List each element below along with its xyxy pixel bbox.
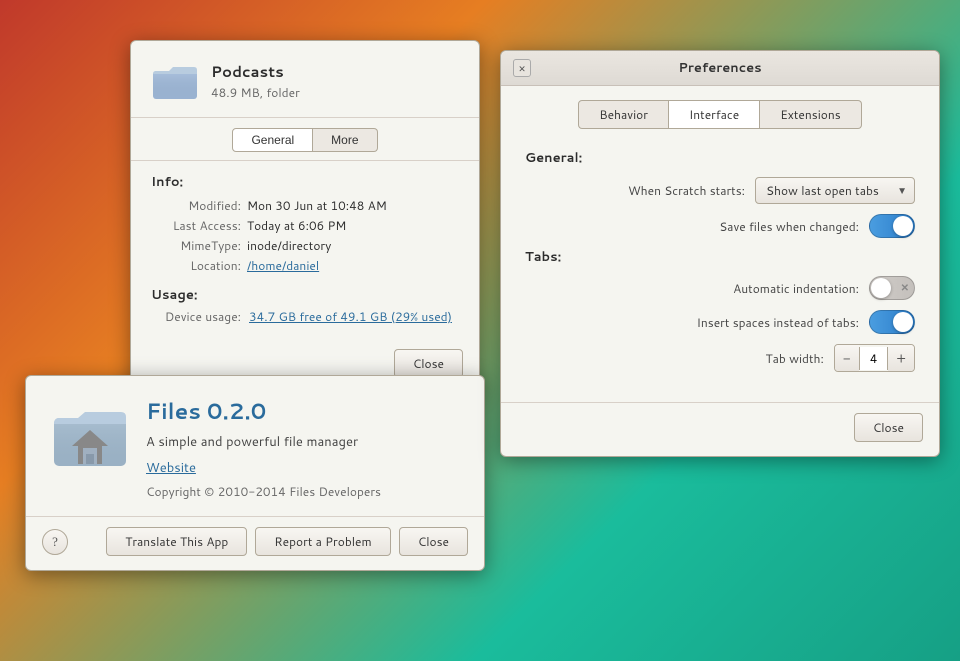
usage-section-label: Usage: xyxy=(151,286,459,304)
prefs-body: General: When Scratch starts: Show last … xyxy=(501,139,939,402)
info-section-label: Info: xyxy=(151,173,459,191)
prefs-title: Preferences xyxy=(531,59,909,77)
app-desc: A simple and powerful file manager xyxy=(146,433,460,451)
save-files-row: Save files when changed: xyxy=(525,214,915,238)
toggle-x-icon: ✕ xyxy=(901,281,909,295)
auto-indent-toggle[interactable]: ✕ xyxy=(869,276,915,300)
file-info-header: Podcasts 48.9 MB, folder xyxy=(131,41,479,118)
about-body: Files 0.2.0 A simple and powerful file m… xyxy=(26,376,484,516)
toggle-knob-2 xyxy=(871,278,891,298)
stepper-plus-button[interactable]: + xyxy=(888,345,914,371)
file-info-body: Info: Modified: Mon 30 Jun at 10:48 AM L… xyxy=(131,161,479,341)
prefs-titlebar: ✕ Preferences xyxy=(501,51,939,86)
about-footer: ? Translate This App Report a Problem Cl… xyxy=(26,516,484,570)
help-button[interactable]: ? xyxy=(42,529,68,555)
prefs-tab-extensions[interactable]: Extensions xyxy=(760,100,862,129)
file-info-tabs: General More xyxy=(131,118,479,152)
file-info-title-area: Podcasts 48.9 MB, folder xyxy=(211,61,300,101)
app-info: Files 0.2.0 A simple and powerful file m… xyxy=(146,396,460,500)
prefs-tab-behavior[interactable]: Behavior xyxy=(578,100,669,129)
prefs-footer: Close xyxy=(501,402,939,456)
tab-width-row: Tab width: − 4 + xyxy=(525,344,915,372)
report-problem-button[interactable]: Report a Problem xyxy=(255,527,390,556)
prefs-close-x[interactable]: ✕ xyxy=(513,59,531,77)
tab-width-label: Tab width: xyxy=(766,350,824,367)
general-section-title: General: xyxy=(525,149,915,167)
tabs-section-title: Tabs: xyxy=(525,248,915,266)
insert-spaces-control xyxy=(869,310,915,334)
about-buttons: Translate This App Report a Problem Clos… xyxy=(106,527,468,556)
toggle-knob-3 xyxy=(893,312,913,332)
tab-width-stepper: − 4 + xyxy=(834,344,915,372)
file-name: Podcasts xyxy=(211,61,300,82)
when-scratch-label: When Scratch starts: xyxy=(628,182,745,199)
auto-indent-control: ✕ xyxy=(869,276,915,300)
website-link[interactable]: Website xyxy=(146,459,460,477)
about-close-button[interactable]: Close xyxy=(399,527,468,556)
stepper-minus-button[interactable]: − xyxy=(835,345,859,371)
auto-indent-label: Automatic indentation: xyxy=(733,280,859,297)
file-info-dialog: Podcasts 48.9 MB, folder General More In… xyxy=(130,40,480,393)
when-scratch-dropdown[interactable]: Show last open tabs Open new scratch Do … xyxy=(755,177,915,204)
last-access-val: Today at 6:06 PM xyxy=(247,217,459,234)
location-key: Location: xyxy=(151,257,241,274)
app-icon xyxy=(50,396,130,476)
save-files-label: Save files when changed: xyxy=(719,218,859,235)
preferences-dialog: ✕ Preferences Behavior Interface Extensi… xyxy=(500,50,940,457)
when-scratch-control: Show last open tabs Open new scratch Do … xyxy=(755,177,915,204)
save-files-toggle[interactable] xyxy=(869,214,915,238)
when-scratch-row: When Scratch starts: Show last open tabs… xyxy=(525,177,915,204)
mimetype-key: MimeType: xyxy=(151,237,241,254)
location-val[interactable]: /home/daniel xyxy=(247,257,459,274)
translate-button[interactable]: Translate This App xyxy=(106,527,247,556)
insert-spaces-row: Insert spaces instead of tabs: xyxy=(525,310,915,334)
usage-row: Device usage: 34.7 GB free of 49.1 GB (2… xyxy=(151,308,459,325)
device-usage-key: Device usage: xyxy=(151,308,241,325)
modified-val: Mon 30 Jun at 10:48 AM xyxy=(247,197,459,214)
save-files-control xyxy=(869,214,915,238)
about-dialog: Files 0.2.0 A simple and powerful file m… xyxy=(25,375,485,571)
tab-more[interactable]: More xyxy=(313,128,377,152)
prefs-tab-interface[interactable]: Interface xyxy=(669,100,760,129)
app-name: Files 0.2.0 xyxy=(146,396,460,427)
mimetype-val: inode/directory xyxy=(247,237,459,254)
info-grid: Modified: Mon 30 Jun at 10:48 AM Last Ac… xyxy=(151,197,459,274)
folder-icon xyxy=(151,57,199,105)
prefs-tabs: Behavior Interface Extensions xyxy=(501,86,939,139)
copyright: Copyright © 2010-2014 Files Developers xyxy=(146,483,460,500)
tab-general[interactable]: General xyxy=(232,128,313,152)
tab-width-value: 4 xyxy=(859,347,889,370)
toggle-knob xyxy=(893,216,913,236)
file-size: 48.9 MB, folder xyxy=(211,84,300,101)
modified-key: Modified: xyxy=(151,197,241,214)
file-info-close-button[interactable]: Close xyxy=(394,349,463,378)
insert-spaces-toggle[interactable] xyxy=(869,310,915,334)
tab-width-control: − 4 + xyxy=(834,344,915,372)
prefs-close-button[interactable]: Close xyxy=(854,413,923,442)
insert-spaces-label: Insert spaces instead of tabs: xyxy=(697,314,859,331)
auto-indent-row: Automatic indentation: ✕ xyxy=(525,276,915,300)
last-access-key: Last Access: xyxy=(151,217,241,234)
device-usage-val: 34.7 GB free of 49.1 GB (29% used) xyxy=(249,308,452,325)
